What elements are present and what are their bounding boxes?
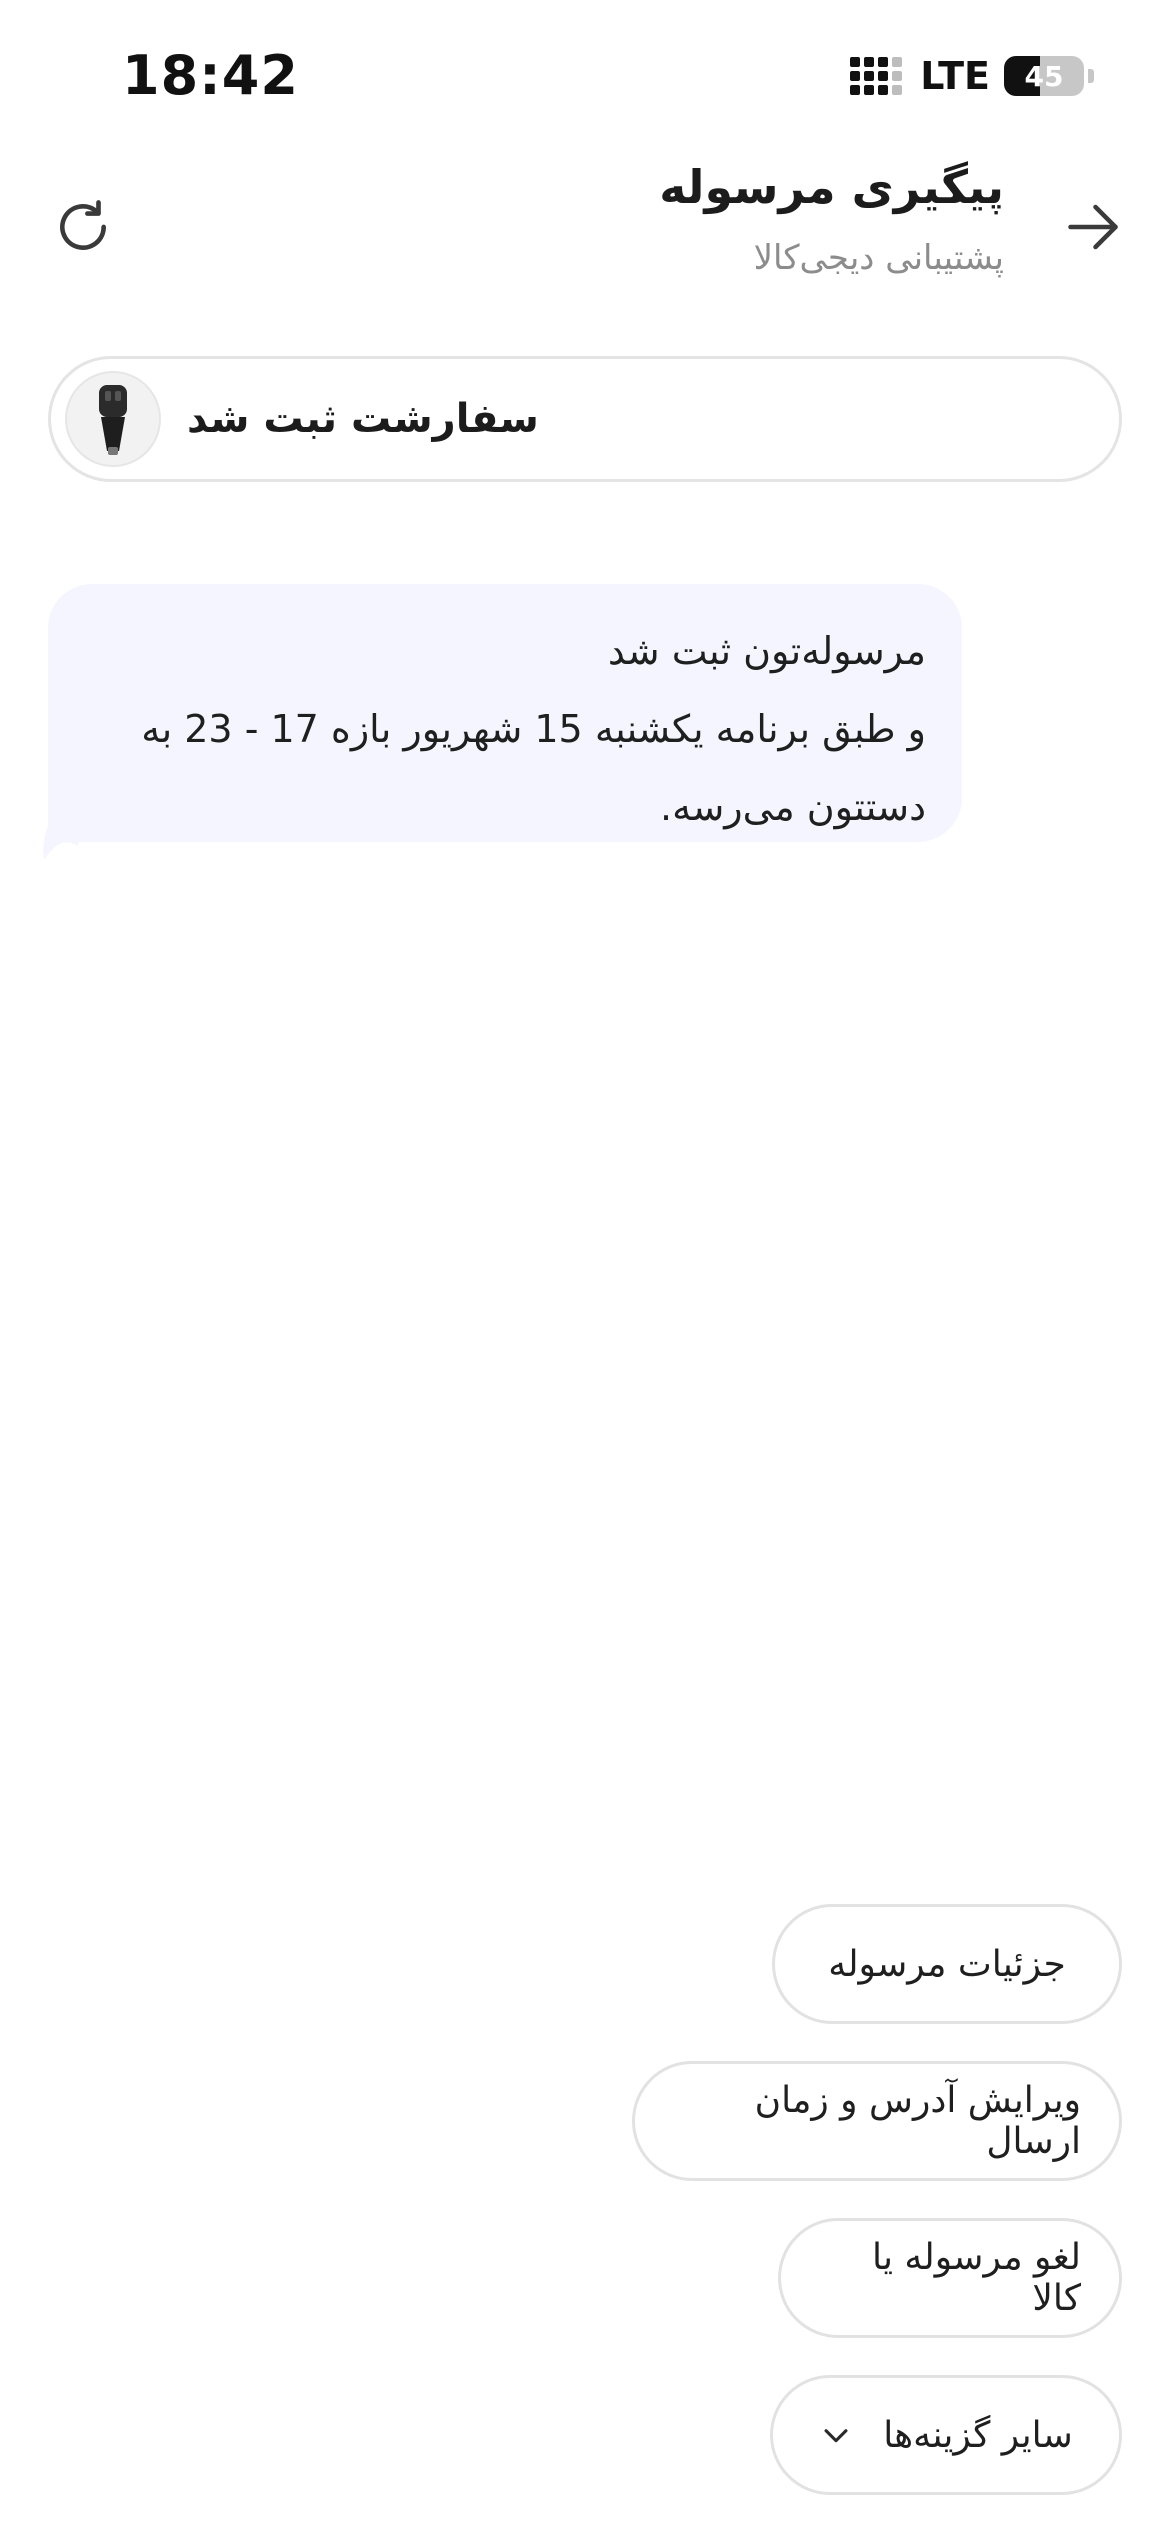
more-options-button[interactable]: سایر گزینه‌ها — [770, 2375, 1122, 2495]
chip-label: ویرایش آدرس و زمان ارسال — [754, 2080, 1081, 2162]
chat-message-bubble: مرسوله‌تون ثبت شد و طبق برنامه یکشنبه 15… — [48, 584, 962, 842]
page-subtitle: پشتیبانی دیجی‌کالا — [753, 238, 1004, 278]
shipment-details-button[interactable]: جزئیات مرسوله — [772, 1904, 1122, 2024]
network-type: LTE — [920, 54, 990, 98]
edit-address-time-button[interactable]: ویرایش آدرس و زمان ارسال — [632, 2061, 1122, 2181]
car-charger-icon — [99, 385, 127, 455]
cancel-shipment-button[interactable]: لغو مرسوله یا کالا — [778, 2218, 1122, 2338]
status-time: 18:42 — [122, 44, 299, 107]
page-title: پیگیری مرسوله — [659, 160, 1004, 214]
bubble-tail — [43, 826, 78, 860]
chevron-down-icon — [824, 2429, 848, 2443]
back-button[interactable] — [1058, 192, 1128, 262]
order-status-label: سفارشت ثبت شد — [187, 396, 539, 442]
refresh-button[interactable] — [48, 192, 118, 262]
chip-label: جزئیات مرسوله — [828, 1943, 1066, 1985]
chat-screen: 18:42 LTE 45 پیگیری مرسوله پشتیبانی دیجی… — [0, 0, 1170, 2532]
message-line: و طبق برنامه یکشنبه 15 شهریور بازه 17 - … — [141, 707, 926, 751]
refresh-icon — [60, 200, 106, 250]
chip-label: لغو مرسوله یا کالا — [872, 2237, 1081, 2319]
signal-icon — [850, 57, 906, 95]
battery-level: 45 — [1024, 59, 1064, 93]
battery-icon: 45 — [1004, 56, 1084, 96]
chip-label: سایر گزینه‌ها — [883, 2414, 1073, 2456]
product-thumbnail — [65, 371, 161, 467]
message-line: مرسوله‌تون ثبت شد — [607, 629, 926, 673]
battery-nub — [1088, 69, 1094, 83]
message-line: دستتون می‌رسه. — [660, 785, 926, 829]
arrow-right-icon — [1068, 204, 1118, 250]
status-indicators: LTE 45 — [850, 54, 1094, 98]
order-status-card[interactable]: سفارشت ثبت شد — [48, 356, 1122, 482]
